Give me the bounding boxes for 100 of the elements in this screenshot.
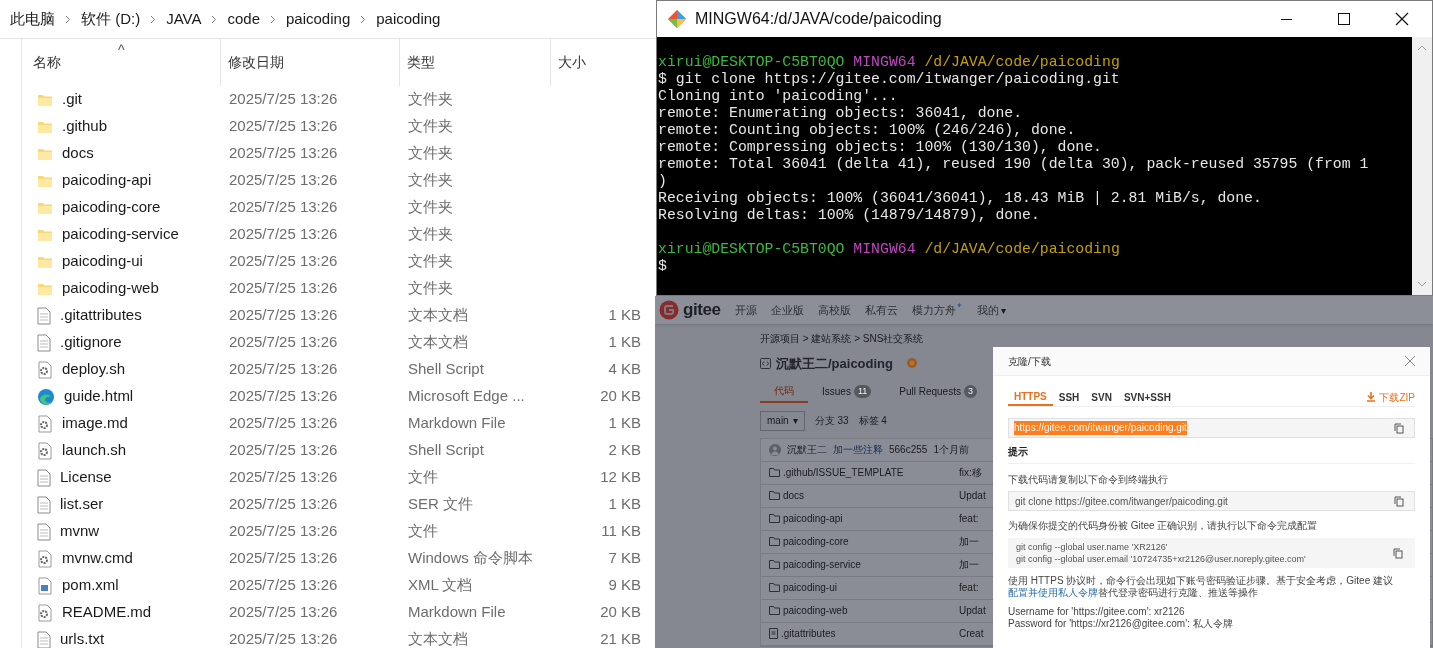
folder-icon bbox=[37, 92, 53, 107]
file-icon bbox=[769, 628, 778, 639]
file-name[interactable]: .github bbox=[62, 115, 108, 138]
repository-icon bbox=[760, 358, 771, 370]
copy-icon[interactable] bbox=[1394, 422, 1404, 434]
file-type: 文件夹 bbox=[408, 144, 453, 162]
file-type: 文本文档 bbox=[408, 306, 468, 324]
commit-message[interactable]: 加一些注释 bbox=[833, 442, 883, 457]
file-size: 9 KB bbox=[608, 575, 641, 596]
folder-icon bbox=[37, 281, 53, 296]
repository-file-name[interactable]: paicoding-api bbox=[783, 511, 843, 526]
file-type: 文件夹 bbox=[408, 225, 453, 243]
file-type: SER 文件 bbox=[408, 495, 473, 513]
file-name[interactable]: .gitattributes bbox=[60, 304, 142, 327]
file-name[interactable]: pom.xml bbox=[62, 574, 119, 597]
clone-command-field[interactable]: git clone https://gitee.com/itwanger/paicoding.git bbox=[1008, 491, 1415, 511]
file-name[interactable]: paicoding-service bbox=[62, 223, 179, 246]
award-badge-icon bbox=[906, 357, 918, 371]
chevron-icon bbox=[150, 14, 157, 24]
file-size: 11 KB bbox=[601, 521, 641, 542]
repository-file-name[interactable]: paicoding-web bbox=[783, 603, 848, 618]
file-name[interactable]: image.md bbox=[62, 412, 128, 435]
file-size: 4 KB bbox=[608, 359, 641, 380]
repository-file-name[interactable]: paicoding-ui bbox=[783, 580, 837, 595]
nav-item[interactable]: 我的 ▾ bbox=[976, 301, 1006, 319]
commit-hash: 566c255 bbox=[889, 443, 928, 457]
breadcrumb-item[interactable]: 此电脑 bbox=[10, 7, 55, 31]
document-icon bbox=[37, 306, 51, 325]
repository-file-name[interactable]: paicoding-service bbox=[783, 557, 861, 572]
column-header[interactable]: 类型 bbox=[400, 39, 551, 86]
file-name[interactable]: paicoding-ui bbox=[62, 250, 143, 273]
repository-file-name[interactable]: .github/ISSUE_TEMPLATE bbox=[783, 465, 904, 480]
terminal-line: Cloning into 'paicoding'... bbox=[658, 88, 898, 104]
close-icon[interactable] bbox=[1405, 356, 1415, 366]
file-name[interactable]: urls.txt bbox=[60, 628, 105, 648]
branch-count[interactable]: 分支 33 bbox=[814, 413, 849, 428]
token-link[interactable]: 配置并使用私人令牌 bbox=[1008, 587, 1098, 598]
folder-icon bbox=[37, 227, 53, 242]
file-name[interactable]: list.ser bbox=[60, 493, 104, 516]
nav-item[interactable]: 开源 bbox=[734, 301, 757, 319]
breadcrumb-item[interactable]: JAVA bbox=[166, 7, 202, 31]
file-commit-message: 加一 bbox=[959, 558, 979, 572]
copy-icon[interactable] bbox=[1394, 495, 1404, 507]
folder-icon bbox=[769, 560, 780, 569]
file-name[interactable]: .gitignore bbox=[60, 331, 122, 354]
file-name[interactable]: paicoding-core bbox=[62, 196, 161, 219]
tag-count[interactable]: 标签 4 bbox=[858, 413, 887, 428]
file-name[interactable]: License bbox=[60, 466, 112, 489]
file-name[interactable]: mvnw.cmd bbox=[62, 547, 133, 570]
commit-time: 1个月前 bbox=[933, 443, 969, 457]
file-size: 12 KB bbox=[600, 467, 641, 488]
repository-file-name[interactable]: docs bbox=[783, 488, 805, 503]
protocol-tab[interactable]: SVN+SSH bbox=[1117, 388, 1177, 406]
document-icon bbox=[37, 495, 51, 514]
column-header[interactable]: 修改日期 bbox=[221, 39, 400, 86]
gear-document-icon bbox=[37, 603, 53, 622]
column-header[interactable]: 大小 bbox=[551, 39, 641, 86]
scroll-down-icon[interactable] bbox=[1417, 281, 1427, 287]
nav-item[interactable]: 企业版 bbox=[770, 301, 804, 319]
folder-icon bbox=[37, 254, 53, 269]
copy-icon[interactable] bbox=[1393, 547, 1403, 559]
file-name[interactable]: guide.html bbox=[64, 385, 134, 408]
protocol-tab[interactable]: SVN bbox=[1085, 388, 1118, 406]
download-icon bbox=[1366, 392, 1377, 402]
file-name[interactable]: README.md bbox=[62, 601, 152, 624]
file-commit-message: fix:移 bbox=[959, 466, 982, 480]
breadcrumb-item[interactable]: code bbox=[227, 7, 260, 31]
file-name[interactable]: launch.sh bbox=[62, 439, 127, 462]
repository-file-name[interactable]: paicoding-core bbox=[783, 534, 849, 549]
file-name[interactable]: docs bbox=[62, 142, 94, 165]
breadcrumb-item[interactable]: 软件 (D:) bbox=[81, 7, 141, 31]
folder-icon bbox=[769, 468, 780, 477]
file-name[interactable]: .git bbox=[62, 88, 82, 111]
file-name[interactable]: mvnw bbox=[60, 520, 100, 543]
modified-date: 2025/7/25 13:26 bbox=[229, 414, 338, 432]
terminal-line: ) bbox=[658, 173, 667, 189]
nav-item[interactable]: 私有云 bbox=[864, 301, 898, 319]
breadcrumb-item[interactable]: paicoding bbox=[286, 7, 351, 31]
scroll-up-icon[interactable] bbox=[1417, 45, 1427, 51]
file-type: Shell Script bbox=[408, 360, 484, 378]
file-name[interactable]: paicoding-web bbox=[62, 277, 159, 300]
folder-icon bbox=[769, 606, 780, 615]
folder-icon bbox=[769, 537, 780, 546]
file-type: Windows 命令脚本 bbox=[408, 549, 534, 567]
nav-item[interactable]: 高校版 bbox=[817, 301, 851, 319]
terminal-line: xirui@DESKTOP-C5BT0QO MINGW64 /d/JAVA/code/paicoding bbox=[658, 241, 1121, 258]
file-type: 文件夹 bbox=[408, 198, 453, 216]
breadcrumb-item[interactable]: paicoding bbox=[376, 7, 441, 31]
modified-date: 2025/7/25 13:26 bbox=[229, 225, 338, 243]
nav-item[interactable]: 模力方舟✦ bbox=[911, 301, 963, 319]
repository-tab[interactable]: Issues 11 bbox=[808, 380, 886, 403]
modified-date: 2025/7/25 13:26 bbox=[229, 306, 338, 324]
file-name[interactable]: paicoding-api bbox=[62, 169, 152, 192]
modified-date: 2025/7/25 13:26 bbox=[229, 630, 338, 648]
repository-tab[interactable]: Pull Requests 3 bbox=[885, 380, 991, 403]
repository-file-name[interactable]: .gitattributes bbox=[781, 626, 836, 641]
protocol-tab[interactable]: SSH bbox=[1052, 388, 1086, 406]
file-commit-message: feat: bbox=[959, 512, 979, 526]
file-name[interactable]: deploy.sh bbox=[62, 358, 126, 381]
branch-selector[interactable]: main ▾ bbox=[760, 410, 805, 431]
